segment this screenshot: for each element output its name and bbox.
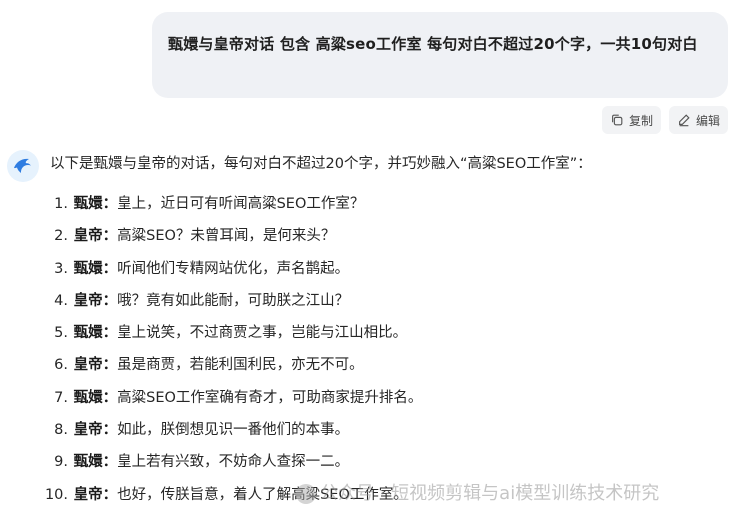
watermark: 公众号 · 短视频剪辑与ai模型训练技术研究 — [296, 481, 659, 507]
edit-button[interactable]: 编辑 — [668, 106, 728, 134]
dialog-speaker: 皇帝： — [73, 357, 118, 374]
dialog-text: 高粱SEO？未曾耳闻，是何来头？ — [117, 228, 336, 245]
pencil-icon — [677, 113, 691, 127]
dialog-text: 皇上，近日可有听闻高粱SEO工作室？ — [117, 196, 365, 212]
dialog-speaker: 皇帝： — [73, 486, 118, 503]
dialog-speaker: 皇帝： — [73, 422, 118, 439]
copy-button[interactable]: 复制 — [601, 106, 661, 134]
user-message-text: 甄嬛与皇帝对话 包含 高粱seo工作室 每句对白不超过20个字，一共10句对白 — [168, 35, 698, 53]
wechat-icon — [296, 484, 316, 504]
edit-label: 编辑 — [695, 113, 720, 128]
dialog-speaker: 甄嬛： — [73, 454, 118, 471]
dialog-number: 3. — [54, 260, 68, 277]
dialog-speaker: 皇帝： — [73, 292, 118, 309]
dialog-speaker: 甄嬛： — [73, 389, 118, 406]
dialog-number: 8. — [54, 422, 68, 439]
user-message-bubble: 甄嬛与皇帝对话 包含 高粱seo工作室 每句对白不超过20个字，一共10句对白 — [152, 12, 728, 98]
dialog-list: 1. 甄嬛： 皇上，近日可有听闻高粱SEO工作室？ 2. 皇帝： 高粱SEO？未曾耳闻… — [38, 192, 422, 515]
dialog-item: 3. 甄嬛： 听闻他们专精网站优化，声名鹊起。 — [38, 257, 422, 289]
dialog-number: 4. — [54, 292, 68, 309]
dialog-text: 皇上说笑，不过商贾之事，岂能与江山相比。 — [117, 325, 408, 342]
dialog-item: 2. 皇帝： 高粱SEO？未曾耳闻，是何来头？ — [38, 224, 422, 256]
dialog-number: 6. — [54, 357, 68, 374]
dialog-text: 听闻他们专精网站优化，声名鹊起。 — [117, 260, 350, 277]
dialog-speaker: 甄嬛： — [73, 260, 118, 277]
dialog-speaker: 皇帝： — [73, 228, 118, 245]
watermark-text: 公众号 · 短视频剪辑与ai模型训练技术研究 — [320, 483, 660, 504]
dialog-number: 1. — [54, 196, 68, 212]
dialog-number: 9. — [54, 454, 68, 471]
dialog-number: 7. — [54, 389, 68, 406]
dialog-text: 如此，朕倒想见识一番他们的本事。 — [117, 422, 350, 439]
dialog-item: 6. 皇帝： 虽是商贾，若能利国利民，亦无不可。 — [38, 353, 422, 385]
dialog-text: 哦？竟有如此能耐，可助朕之江山？ — [117, 292, 350, 309]
assistant-intro: 以下是甄嬛与皇帝的对话，每句对白不超过20个字，并巧妙融入“高粱SEO工作室”： — [50, 156, 592, 172]
dialog-item: 7. 甄嬛： 高粱SEO工作室确有奇才，可助商家提升排名。 — [38, 386, 422, 418]
dialog-number: 5. — [54, 325, 68, 342]
dialog-speaker: 甄嬛： — [73, 196, 118, 212]
dialog-text: 皇上若有兴致，不妨命人查探一二。 — [117, 454, 350, 471]
message-actions: 复制 编辑 — [601, 106, 728, 134]
dialog-text: 高粱SEO工作室确有奇才，可助商家提升排名。 — [117, 389, 423, 406]
dialog-number: 2. — [54, 228, 68, 245]
dialog-item: 4. 皇帝： 哦？竟有如此能耐，可助朕之江山？ — [38, 289, 422, 321]
dialog-item: 5. 甄嬛： 皇上说笑，不过商贾之事，岂能与江山相比。 — [38, 321, 422, 353]
dialog-item: 9. 甄嬛： 皇上若有兴致，不妨命人查探一二。 — [38, 450, 422, 482]
dolphin-logo-icon — [7, 150, 39, 182]
dialog-number: 10. — [44, 486, 68, 503]
dialog-text: 虽是商贾，若能利国利民，亦无不可。 — [117, 357, 364, 374]
dialog-item: 1. 甄嬛： 皇上，近日可有听闻高粱SEO工作室？ — [38, 192, 422, 224]
copy-icon — [610, 113, 624, 127]
dialog-speaker: 甄嬛： — [73, 325, 118, 342]
copy-label: 复制 — [628, 113, 653, 128]
dialog-item: 8. 皇帝： 如此，朕倒想见识一番他们的本事。 — [38, 418, 422, 450]
